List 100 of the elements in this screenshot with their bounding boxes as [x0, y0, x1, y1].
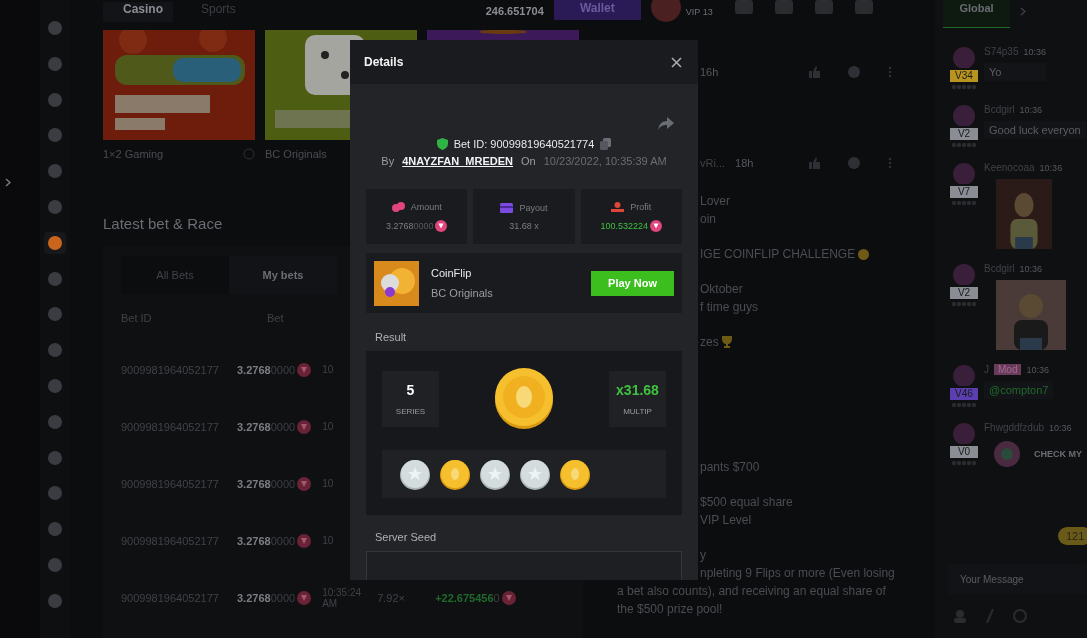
- category-icon[interactable]: [44, 231, 66, 254]
- progress-dots: [951, 142, 977, 148]
- post-age: 16h: [700, 66, 719, 78]
- share-icon[interactable]: [658, 117, 674, 131]
- emoji-icon[interactable]: [1013, 609, 1027, 623]
- by-label: By: [381, 155, 395, 167]
- series-count: 5: [406, 382, 415, 398]
- hand-coin-icon: [611, 201, 625, 212]
- more-icon[interactable]: [888, 66, 892, 78]
- expand-chevron-icon[interactable]: [5, 178, 11, 187]
- token-icon: [297, 590, 312, 605]
- post-text: the $500 prize pool!: [617, 601, 723, 618]
- nav-tab[interactable]: Casino: [103, 2, 173, 22]
- message-field[interactable]: Your Message: [948, 564, 1087, 594]
- slash-icon[interactable]: [985, 609, 995, 623]
- stat-label: Profit: [630, 201, 652, 212]
- post-age: 18h: [735, 157, 754, 169]
- level-badge: V0: [950, 446, 978, 458]
- card-icon: [500, 202, 514, 213]
- post-text: $500 equal share: [700, 494, 793, 511]
- info-icon[interactable]: [243, 148, 255, 160]
- avatar[interactable]: [952, 364, 976, 386]
- on-label: On: [521, 155, 536, 167]
- progress-dots: [951, 402, 977, 408]
- token-icon: [297, 476, 312, 491]
- vip-level: VIP 13: [685, 7, 713, 19]
- wallet-button[interactable]: Wallet: [553, 0, 641, 20]
- post-text: y: [700, 547, 706, 564]
- post-text: f time guys: [700, 299, 759, 316]
- comment-icon[interactable]: [848, 66, 860, 78]
- chat-tab[interactable]: Global: [943, 0, 1010, 28]
- bets-tab[interactable]: My bets: [229, 256, 337, 294]
- comment-icon[interactable]: [848, 157, 860, 169]
- multiplier: x31.68: [616, 382, 659, 398]
- level-badge: V7: [950, 186, 978, 198]
- message-time: 10:36: [1019, 263, 1043, 274]
- post-text: a bet also counts), and receiving an equal share of: [617, 583, 886, 600]
- series-label: SERIES: [395, 407, 426, 416]
- avatar[interactable]: [952, 263, 976, 285]
- bet-id: Bet ID: 90099819640521774: [453, 138, 595, 150]
- coins-icon: [391, 201, 405, 212]
- stat-value: 100.532224: [600, 220, 649, 231]
- level-badge: V46: [950, 388, 978, 400]
- post-text: npleting 9 Flips or more (Even losing: [700, 565, 895, 582]
- egg-coin-icon: [495, 368, 553, 430]
- progress-dots: [951, 84, 977, 90]
- close-icon[interactable]: [671, 56, 682, 68]
- level-badge: V34: [950, 70, 978, 82]
- stat-value: 31.68 x: [509, 220, 539, 231]
- play-now-button[interactable]: Play Now: [591, 270, 674, 296]
- toolbar-icon[interactable]: [734, 0, 753, 14]
- section-title: Latest bet & Race: [103, 215, 223, 232]
- game-name: CoinFlip: [431, 267, 473, 279]
- stat-label: Payout: [519, 202, 548, 213]
- thumbs-up-icon[interactable]: [808, 66, 820, 78]
- message-text: Yo: [984, 63, 1046, 81]
- progress-dots: [951, 460, 977, 466]
- post-text: oin: [700, 211, 716, 228]
- message-time: 10:36: [1026, 364, 1049, 375]
- avatar[interactable]: [650, 0, 681, 22]
- coin-icon: [858, 248, 870, 260]
- user-link[interactable]: 4NAYZFAN_MREDEN: [402, 155, 514, 167]
- avatar[interactable]: [952, 162, 976, 184]
- section-label: Result: [375, 331, 408, 343]
- trophy-icon: [721, 336, 732, 348]
- game-provider: 1×2 Gaming: [103, 148, 165, 160]
- game-provider: BC Originals: [431, 287, 494, 299]
- shield-check-icon: [436, 138, 448, 150]
- level-badge: V2: [950, 128, 978, 140]
- token-icon: [501, 590, 516, 605]
- thumbs-up-icon[interactable]: [808, 157, 820, 169]
- progress-dots: [951, 200, 977, 206]
- card-title: CHECK MY: [1034, 449, 1082, 459]
- section-label: Server Seed: [375, 531, 438, 543]
- token-icon: [297, 533, 312, 548]
- token-icon: [435, 219, 448, 232]
- level-badge: V2: [950, 287, 978, 299]
- copy-icon[interactable]: [600, 138, 612, 150]
- post-text: VIP Level: [700, 512, 752, 529]
- token-icon: [650, 219, 663, 232]
- stat-label: Amount: [410, 201, 442, 212]
- unread-count-badge[interactable]: 121: [1058, 527, 1087, 545]
- message-time: 10:36: [1049, 422, 1072, 433]
- multiplier-label: MULTIP: [623, 407, 652, 416]
- post-text: pants $700: [700, 459, 760, 476]
- dialog-title: Details: [364, 55, 404, 69]
- balance: 246.651704: [485, 5, 544, 19]
- toolbar-icon[interactable]: [854, 0, 873, 14]
- game-provider: BC Originals: [265, 148, 328, 160]
- avatar[interactable]: [952, 104, 976, 126]
- post-author[interactable]: vRi...: [700, 157, 726, 169]
- profile-icon[interactable]: [953, 609, 967, 623]
- avatar[interactable]: [952, 46, 976, 68]
- avatar[interactable]: [952, 422, 976, 444]
- toolbar-icon[interactable]: [814, 0, 833, 14]
- post-text: Lover: [700, 193, 731, 210]
- toolbar-icon[interactable]: [774, 0, 793, 14]
- token-icon: [297, 419, 312, 434]
- message-text: Good luck everyon: [984, 121, 1086, 139]
- more-icon[interactable]: [888, 157, 892, 169]
